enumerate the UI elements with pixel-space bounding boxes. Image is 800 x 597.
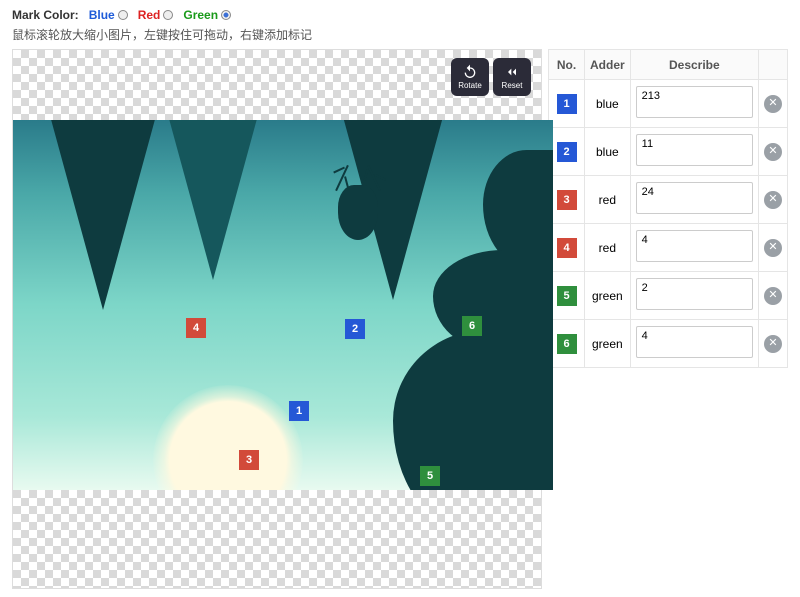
col-no: No. (549, 50, 585, 80)
delete-button[interactable]: ✕ (764, 239, 782, 257)
row-adder: red (585, 176, 631, 224)
scene-image (13, 120, 553, 490)
delete-button[interactable]: ✕ (764, 335, 782, 353)
row-adder: blue (585, 128, 631, 176)
describe-input[interactable]: 2 (636, 278, 753, 310)
table-row: 6 green4 ✕ (549, 320, 788, 368)
row-adder: blue (585, 80, 631, 128)
rotate-label: Rotate (458, 81, 482, 90)
row-adder: green (585, 272, 631, 320)
color-option-blue[interactable]: Blue (89, 8, 128, 22)
color-green-text: Green (183, 8, 218, 22)
col-describe: Describe (630, 50, 758, 80)
row-adder: green (585, 320, 631, 368)
delete-button[interactable]: ✕ (764, 287, 782, 305)
row-adder: red (585, 224, 631, 272)
marker-1[interactable]: 1 (289, 401, 309, 421)
reset-button[interactable]: Reset (493, 58, 531, 96)
row-no-badge: 3 (557, 190, 577, 210)
color-blue-text: Blue (89, 8, 115, 22)
row-no-badge: 4 (557, 238, 577, 258)
describe-input[interactable]: 24 (636, 182, 753, 214)
delete-button[interactable]: ✕ (764, 143, 782, 161)
reset-label: Reset (502, 81, 523, 90)
radio-blue-icon (118, 10, 128, 20)
reset-icon (503, 64, 521, 80)
table-row: 1 blue213 ✕ (549, 80, 788, 128)
describe-input[interactable]: 4 (636, 326, 753, 358)
color-option-red[interactable]: Red (138, 8, 174, 22)
delete-button[interactable]: ✕ (764, 95, 782, 113)
color-option-green[interactable]: Green (183, 8, 231, 22)
mark-color-label: Mark Color: (12, 8, 79, 22)
marker-3[interactable]: 3 (239, 450, 259, 470)
describe-input[interactable]: 4 (636, 230, 753, 262)
table-row: 2 blue11 ✕ (549, 128, 788, 176)
rotate-icon (461, 64, 479, 80)
col-delete (759, 50, 788, 80)
col-adder: Adder (585, 50, 631, 80)
row-no-badge: 5 (557, 286, 577, 306)
marker-5[interactable]: 5 (420, 466, 440, 486)
describe-input[interactable]: 11 (636, 134, 753, 166)
table-row: 3 red24 ✕ (549, 176, 788, 224)
radio-green-icon (221, 10, 231, 20)
table-row: 4red4✕ (549, 224, 788, 272)
describe-input[interactable]: 213 (636, 86, 753, 118)
marker-4[interactable]: 4 (186, 318, 206, 338)
row-no-badge: 2 (557, 142, 577, 162)
marker-2[interactable]: 2 (345, 319, 365, 339)
row-no-badge: 1 (557, 94, 577, 114)
image-canvas[interactable]: Rotate Reset (12, 49, 542, 589)
marker-6[interactable]: 6 (462, 316, 482, 336)
instruction-text: 鼠标滚轮放大缩小图片，左键按住可拖动，右键添加标记 (12, 26, 788, 43)
row-no-badge: 6 (557, 334, 577, 354)
table-row: 5 green2 ✕ (549, 272, 788, 320)
radio-red-icon (163, 10, 173, 20)
rotate-button[interactable]: Rotate (451, 58, 489, 96)
color-red-text: Red (138, 8, 161, 22)
marker-table: No. Adder Describe 1 blue213 ✕ 2 blue11 ✕ 3 red… (548, 49, 788, 368)
delete-button[interactable]: ✕ (764, 191, 782, 209)
